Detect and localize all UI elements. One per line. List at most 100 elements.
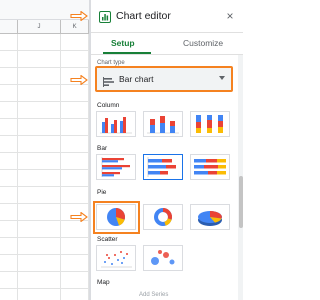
column-header-j[interactable]: J [18,20,62,34]
sheet-cell[interactable] [18,85,62,102]
close-icon[interactable]: × [224,10,236,22]
sheet-cell[interactable] [61,289,89,300]
bar-chart-icon [101,157,130,177]
3d-pie-chart-icon [198,211,222,226]
100-stacked-bar-chart-option[interactable] [190,154,230,180]
sheet-cell[interactable] [18,136,62,153]
chevron-down-icon [219,76,225,80]
sheet-row [0,119,89,136]
spreadsheet-grid[interactable]: J K [0,0,90,300]
sheet-cell[interactable] [18,221,62,238]
sheet-cell[interactable] [61,102,89,119]
sheet-cell[interactable] [0,272,18,289]
column-chart-option[interactable] [96,111,136,137]
sheet-row [0,289,89,300]
sheet-cell[interactable] [18,187,62,204]
column-header-k[interactable]: K [61,20,89,34]
sheet-row [0,85,89,102]
sheet-cell[interactable] [18,238,62,255]
sheet-cell[interactable] [0,221,18,238]
stacked-column-chart-icon [147,116,179,134]
scatter-chart-option[interactable] [96,245,136,271]
chart-editor-header: Chart editor × [91,0,243,33]
sheet-cell[interactable] [0,68,18,85]
sheet-cell[interactable] [18,68,62,85]
chart-type-dropdown[interactable]: Bar chart [95,66,233,92]
donut-chart-icon [154,208,172,226]
arrow-to-chart-editor [70,11,88,21]
sheet-cell[interactable] [18,272,62,289]
stacked-column-chart-option[interactable] [143,111,183,137]
sheet-cell[interactable] [0,102,18,119]
sheet-cell[interactable] [0,187,18,204]
sheet-cell[interactable] [0,255,18,272]
sheet-cell[interactable] [18,255,62,272]
sheet-cell[interactable] [18,289,62,300]
column-headers: J K [0,20,89,34]
tab-setup[interactable]: Setup [111,37,135,49]
bubble-chart-icon [151,250,175,265]
100-stacked-column-chart-option[interactable] [190,111,230,137]
sheet-cell[interactable] [18,153,62,170]
sheet-cell[interactable] [61,34,89,51]
bar-chart-type-icon [103,74,115,87]
sheet-cell[interactable] [61,272,89,289]
sheet-cell[interactable] [61,255,89,272]
section-label-column: Column [97,102,120,109]
sheet-cell[interactable] [61,119,89,136]
bubble-chart-option[interactable] [143,245,183,271]
sheet-row [0,170,89,187]
sheet-cell[interactable] [0,119,18,136]
sheet-cell[interactable] [61,85,89,102]
add-series-link[interactable]: Add Series [139,291,168,299]
sheet-cell[interactable] [61,221,89,238]
sheet-cell[interactable] [0,238,18,255]
sheet-cell[interactable] [61,187,89,204]
sheet-cell[interactable] [0,34,18,51]
scatter-chart-icon [101,251,132,268]
scrollbar-thumb[interactable] [239,176,243,228]
stacked-bar-chart-option[interactable] [143,154,183,180]
sheet-cell[interactable] [0,170,18,187]
sheet-row [0,221,89,238]
sheet-cell[interactable] [61,170,89,187]
sheet-cell[interactable] [18,102,62,119]
bar-chart-option[interactable] [96,154,136,180]
sheet-row [0,272,89,289]
chart-editor-title: Chart editor [116,10,171,22]
chart-editor-icon [99,10,111,23]
section-label-pie: Pie [97,189,107,196]
sheet-row [0,255,89,272]
sheet-cell[interactable] [18,51,62,68]
sheet-row [0,153,89,170]
sheet-cell[interactable] [61,153,89,170]
sheet-cell[interactable] [0,204,18,221]
editor-tabs: Setup Customize [91,33,243,55]
tab-customize[interactable]: Customize [183,37,223,49]
sheet-row [0,51,89,68]
sheet-cell[interactable] [61,238,89,255]
100-stacked-bar-chart-icon [194,159,226,175]
sheet-cell[interactable] [0,289,18,300]
sheet-cell[interactable] [0,153,18,170]
section-label-bar: Bar [97,145,108,152]
3d-pie-chart-option[interactable] [190,204,230,230]
active-tab-indicator [103,52,151,54]
sheet-cell[interactable] [61,51,89,68]
sheet-cell[interactable] [18,34,62,51]
sheet-cell[interactable] [18,204,62,221]
sheet-cell[interactable] [0,136,18,153]
column-chart-icon [100,117,132,134]
stacked-bar-chart-icon [147,157,176,177]
column-header[interactable] [0,20,18,34]
sheet-row [0,136,89,153]
pie-chart-option[interactable] [96,204,136,230]
sheet-cell[interactable] [18,119,62,136]
sheet-row [0,238,89,255]
sheet-cell[interactable] [61,136,89,153]
donut-chart-option[interactable] [143,204,183,230]
chart-editor-panel: Chart editor × Setup Customize Chart typ… [90,0,243,300]
sheet-cell[interactable] [18,170,62,187]
sheet-cell[interactable] [0,51,18,68]
sheet-cell[interactable] [0,85,18,102]
